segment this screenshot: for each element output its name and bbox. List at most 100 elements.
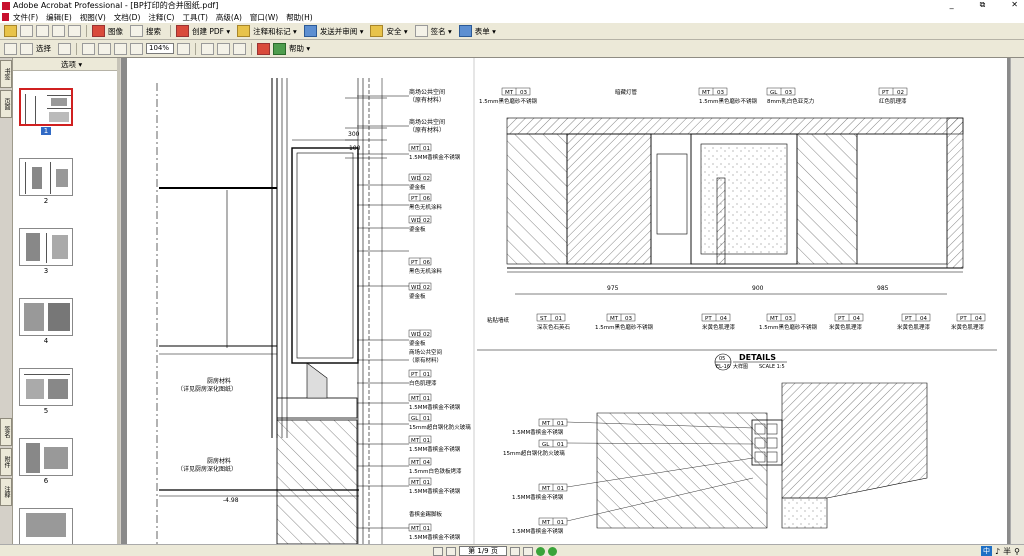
sign-button[interactable]: 签名 ▾ — [431, 26, 452, 37]
zoom-level-input[interactable]: 104% — [146, 43, 174, 54]
document-view[interactable]: 商场公共空间 （原有材料） 商场公共空间 （原有材料） MT 01 1.5MM香… — [121, 58, 1024, 544]
tag-num: 01 — [423, 438, 430, 444]
comment-markup-button[interactable]: 注释和标记 ▾ — [253, 26, 297, 37]
search-button[interactable]: 搜索 — [146, 26, 161, 37]
left-section-drawing — [156, 78, 370, 544]
page-thumbnail[interactable]: 1 — [19, 88, 73, 135]
select-cursor-icon[interactable] — [20, 42, 33, 55]
label-text: 香槟金踢脚板 — [409, 510, 443, 518]
attach-icon[interactable] — [68, 25, 81, 37]
tag-num: 04 — [423, 460, 430, 466]
settings-icon[interactable]: ⚲ — [1014, 547, 1020, 556]
previous-page-button[interactable] — [446, 546, 456, 556]
forms-button[interactable]: 表单 ▾ — [475, 26, 496, 37]
go-back-icon[interactable] — [536, 546, 545, 556]
menu-tools[interactable]: 工具(T) — [182, 12, 207, 23]
print-icon[interactable] — [36, 25, 49, 37]
lock-icon[interactable] — [370, 25, 384, 37]
menu-file[interactable]: 文件(F) — [13, 12, 38, 23]
menu-document[interactable]: 文档(D) — [114, 12, 141, 23]
page-thumbnail[interactable]: 3 — [19, 228, 73, 275]
create-pdf-icon[interactable] — [176, 25, 189, 37]
details-title: DETAILS — [739, 353, 776, 362]
search-icon[interactable] — [130, 25, 143, 37]
detail-drawing — [596, 382, 928, 529]
sign-pen-icon[interactable] — [414, 25, 428, 37]
single-page-icon[interactable] — [217, 42, 230, 55]
close-button[interactable]: ✕ — [1011, 0, 1018, 10]
minimize-button[interactable]: _ — [950, 0, 954, 10]
zoom-in-icon[interactable] — [82, 42, 95, 55]
comment-icon[interactable] — [237, 25, 251, 37]
first-page-button[interactable] — [433, 546, 443, 556]
details-subtitle: 大样图 — [733, 363, 748, 370]
image-button[interactable]: 图像 — [108, 26, 123, 37]
dim-text: 300 — [348, 131, 360, 138]
tab-bookmarks[interactable]: 书签 — [0, 60, 12, 88]
tab-attachments[interactable]: 附件 — [0, 448, 12, 476]
hand-icon[interactable] — [4, 42, 17, 55]
tag-code: PT — [411, 196, 418, 202]
next-page-button[interactable] — [510, 546, 520, 556]
zoom-in-circle-icon[interactable] — [177, 42, 190, 55]
tag-desc: 1.5mm黑色磨砂不锈钢 — [479, 97, 537, 105]
tag-desc: 1.5MM香槟金不锈钢 — [409, 445, 461, 453]
email-icon[interactable] — [52, 25, 65, 37]
menu-comments[interactable]: 注释(C) — [148, 12, 174, 23]
save-icon[interactable] — [20, 25, 33, 37]
go-forward-icon[interactable] — [548, 546, 557, 556]
page-thumbnail[interactable]: 4 — [19, 298, 73, 345]
page-thumbnail[interactable]: 5 — [19, 368, 73, 415]
thumbnail-image — [19, 438, 73, 476]
image-icon[interactable] — [92, 25, 105, 37]
fit-page-icon[interactable] — [98, 42, 111, 55]
options-menu[interactable]: 选项 ▾ — [61, 59, 82, 70]
menu-advanced[interactable]: 高级(A) — [216, 12, 242, 23]
speaker-icon[interactable]: ♪ — [995, 547, 1000, 556]
tag-desc: 1.5mm黑色磨砂不锈钢 — [759, 323, 817, 331]
menu-edit[interactable]: 编辑(E) — [46, 12, 72, 23]
tag-code: PT — [960, 316, 967, 322]
last-page-button[interactable] — [523, 546, 533, 556]
select-tool-button[interactable]: 选择 — [36, 43, 51, 54]
separator — [195, 42, 196, 55]
fit-width-icon[interactable] — [114, 42, 127, 55]
label-text: （原有材料） — [409, 126, 445, 134]
zoom-out-circle-icon[interactable] — [130, 42, 143, 55]
document-scrollbar[interactable] — [1010, 58, 1024, 544]
restore-button[interactable]: ⧉ — [980, 0, 986, 10]
page-thumbnail[interactable]: 2 — [19, 158, 73, 205]
create-pdf-button[interactable]: 创建 PDF ▾ — [192, 26, 230, 37]
help-icon[interactable] — [273, 42, 286, 55]
tag-num: 01 — [557, 442, 564, 448]
half-width-indicator[interactable]: 半 — [1003, 546, 1011, 556]
tab-comments[interactable]: 注释 — [0, 478, 12, 506]
menu-view[interactable]: 视图(V) — [80, 12, 106, 23]
security-button[interactable]: 安全 ▾ — [386, 26, 407, 37]
rotate-icon[interactable] — [201, 42, 214, 55]
toolbar-main: 图像 搜索 创建 PDF ▾ 注释和标记 ▾ 发送并审阅 ▾ 安全 ▾ 签名 ▾… — [0, 23, 1024, 40]
snapshot-icon[interactable] — [58, 42, 71, 55]
menu-window[interactable]: 窗口(W) — [250, 12, 278, 23]
page-thumbnail[interactable] — [19, 508, 73, 546]
tag-desc: 鎏金板 — [409, 183, 426, 191]
detail-material-tags: MT 01 1.5MM香槟金不锈钢 GL 01 15mm超白钢化防火玻璃 MT … — [503, 418, 568, 535]
help-button[interactable]: 帮助 ▾ — [289, 43, 310, 54]
page-thumbnail[interactable]: 6 — [19, 438, 73, 485]
yahoo-toolbar-icon[interactable] — [257, 42, 270, 55]
thumbnail-scrollbar[interactable] — [117, 58, 120, 544]
continuous-page-icon[interactable] — [233, 42, 246, 55]
tag-num: 02 — [423, 218, 430, 224]
open-icon[interactable] — [4, 25, 17, 37]
label-text: 暗藏灯管 — [615, 88, 638, 96]
tab-signatures[interactable]: 签名 — [0, 418, 12, 446]
send-review-icon[interactable] — [303, 25, 317, 37]
send-review-button[interactable]: 发送并审阅 ▾ — [320, 26, 364, 37]
forms-icon[interactable] — [458, 25, 472, 37]
tag-num: 01 — [557, 486, 564, 492]
tab-pages[interactable]: 页面 — [0, 90, 12, 118]
ime-indicator[interactable]: 中 — [981, 546, 993, 556]
menu-help[interactable]: 帮助(H) — [286, 12, 313, 23]
page-number-input[interactable]: 第 1/9 页 — [459, 546, 507, 556]
tag-num: 01 — [555, 316, 562, 322]
